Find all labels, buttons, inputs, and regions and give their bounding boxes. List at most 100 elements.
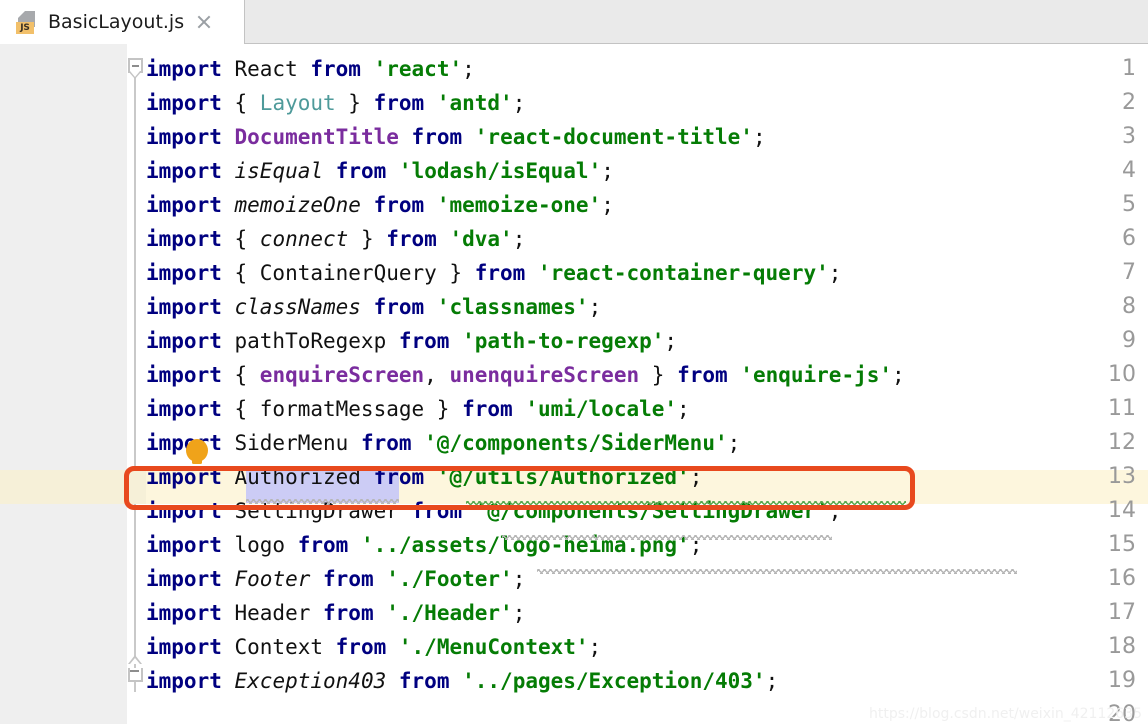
code-token: 'enquire-js' xyxy=(740,363,893,387)
code-token: isEqual xyxy=(234,159,324,183)
code-token: '@/components/SiderMenu' xyxy=(424,431,728,455)
code-token: ; xyxy=(601,193,614,217)
fold-region-line xyxy=(134,62,136,692)
code-token: 'classnames' xyxy=(436,295,589,319)
code-token: import xyxy=(146,465,222,489)
squiggle-weak-warning-sidermenu xyxy=(246,499,399,504)
code-editor[interactable]: 1 2 3 4 5 6 7 8 9 10 11 12 13 14 15 16 17 18 19 20 import R… xyxy=(0,44,1148,724)
code-token: 'react-container-query' xyxy=(537,261,829,285)
code-token: 'dva' xyxy=(449,227,513,251)
code-token: import xyxy=(146,601,222,625)
lightbulb-icon[interactable] xyxy=(185,438,209,466)
code-line[interactable]: import memoizeOne from 'memoize-one'; xyxy=(146,188,614,222)
line-number: 14 xyxy=(1108,498,1136,523)
code-token: from xyxy=(462,397,513,421)
code-token: ; xyxy=(512,91,526,115)
tab-basiclayout-js[interactable]: JS BasicLayout.js xyxy=(0,0,245,44)
line-number: 5 xyxy=(1122,192,1136,217)
code-token: SiderMenu xyxy=(221,431,361,455)
code-token: ; xyxy=(752,125,766,149)
code-token: import xyxy=(146,227,222,251)
code-line[interactable]: import DocumentTitle from 'react-documen… xyxy=(146,120,766,154)
code-token: import xyxy=(146,261,222,285)
code-line[interactable]: import { ContainerQuery } from 'react-co… xyxy=(146,256,841,290)
line-number: 13 xyxy=(1108,464,1136,489)
code-token: } xyxy=(335,91,374,115)
code-token: from xyxy=(474,261,526,285)
fold-collapse-marker-line-1[interactable] xyxy=(127,56,146,82)
code-line[interactable]: import classNames from 'classnames'; xyxy=(146,290,601,324)
code-token: ; xyxy=(588,295,602,319)
code-token: memoizeOne xyxy=(234,193,361,217)
code-line[interactable]: import pathToRegexp from 'path-to-regexp… xyxy=(146,324,677,358)
code-line[interactable]: import Authorized from '@/utils/Authoriz… xyxy=(146,460,702,494)
code-token: './Footer' xyxy=(386,567,513,591)
code-token: import xyxy=(146,57,222,81)
js-badge-label: JS xyxy=(16,22,34,34)
code-token: 'umi/locale' xyxy=(525,397,678,421)
code-line[interactable]: import logo from '../assets/logo-heima.p… xyxy=(146,528,702,562)
line-number: 11 xyxy=(1108,396,1136,421)
code-token: import xyxy=(146,669,222,693)
fold-collapse-marker-line-19[interactable] xyxy=(127,655,146,690)
code-token: ; xyxy=(664,329,678,353)
code-token: } xyxy=(639,363,678,387)
line-number-gutter[interactable] xyxy=(0,44,127,724)
code-line[interactable]: import React from 'react'; xyxy=(146,52,475,86)
code-token: ; xyxy=(588,635,602,659)
code-line[interactable]: import { connect } from 'dva'; xyxy=(146,222,525,256)
line-number: 16 xyxy=(1108,566,1136,591)
close-icon[interactable] xyxy=(194,12,214,32)
code-token: ; xyxy=(765,669,779,693)
line-number: 7 xyxy=(1122,260,1136,285)
code-line[interactable]: import isEqual from 'lodash/isEqual'; xyxy=(146,154,614,188)
code-line[interactable]: import Footer from './Footer'; xyxy=(146,562,525,596)
code-token: 'path-to-regexp' xyxy=(462,329,665,353)
code-token: from xyxy=(373,91,425,115)
code-token: 'react-document-title' xyxy=(474,125,753,149)
code-token: 'react' xyxy=(373,57,463,81)
code-token: import xyxy=(146,431,222,455)
code-line[interactable]: import { formatMessage } from 'umi/local… xyxy=(146,392,690,426)
code-token: import xyxy=(146,125,222,149)
code-token: , xyxy=(424,363,450,387)
code-line[interactable]: import Context from './MenuContext'; xyxy=(146,630,601,664)
code-token: ; xyxy=(892,363,905,387)
code-token: React xyxy=(221,57,311,81)
code-line[interactable]: import SiderMenu from '@/components/Side… xyxy=(146,426,740,460)
line-number: 4 xyxy=(1122,158,1136,183)
code-token: import xyxy=(146,329,222,353)
code-token: import xyxy=(146,91,222,115)
code-token: logo xyxy=(221,533,298,557)
code-token: ; xyxy=(601,159,614,183)
code-token: { xyxy=(221,227,260,251)
code-line[interactable]: import { enquireScreen, unenquireScreen … xyxy=(146,358,905,392)
line-number: 2 xyxy=(1122,90,1136,115)
code-token: import xyxy=(146,159,222,183)
code-token: from xyxy=(335,635,387,659)
code-token: from xyxy=(323,567,374,591)
code-line[interactable]: import Header from './Header'; xyxy=(146,596,525,630)
fold-gutter[interactable] xyxy=(127,44,146,724)
code-line[interactable]: import Exception403 from '../pages/Excep… xyxy=(146,664,778,698)
code-token: from xyxy=(360,431,412,455)
squiggle-weak-warning-import-path-14 xyxy=(537,569,1017,574)
code-token: import xyxy=(146,295,222,319)
code-line[interactable]: import { Layout } from 'antd'; xyxy=(146,86,525,120)
